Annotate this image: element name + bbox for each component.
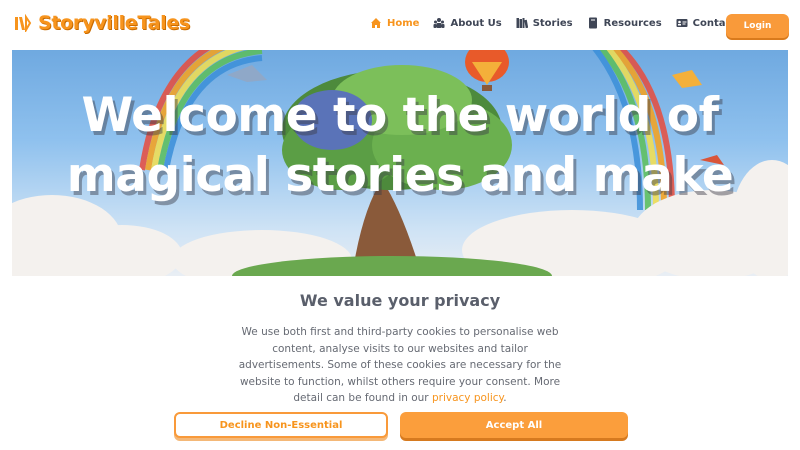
login-button[interactable]: Login bbox=[726, 14, 789, 38]
hero-banner: Welcome to the world of magical stories … bbox=[12, 50, 788, 276]
consent-title: We value your privacy bbox=[299, 291, 501, 310]
accept-all-button[interactable]: Accept All bbox=[400, 412, 628, 438]
consent-body-end: . bbox=[503, 392, 507, 404]
contact-card-icon bbox=[676, 19, 688, 27]
brand-logo[interactable]: StoryvilleTales bbox=[14, 12, 190, 34]
people-icon bbox=[433, 18, 445, 28]
nav-label-about-us: About Us bbox=[450, 17, 502, 29]
consent-body-text: We use both first and third-party cookie… bbox=[238, 326, 562, 404]
cookie-consent-banner: We value your privacy We use both first … bbox=[0, 277, 800, 450]
home-icon bbox=[371, 18, 381, 28]
nav-item-about-us[interactable]: About Us bbox=[433, 17, 502, 29]
hero-title: Welcome to the world of magical stories … bbox=[66, 88, 734, 203]
consent-description: We use both first and third-party cookie… bbox=[232, 324, 568, 407]
nav-label-resources: Resources bbox=[603, 17, 662, 29]
top-navigation-bar: StoryvilleTales Home About Us Stories Re… bbox=[0, 0, 800, 50]
nav-item-home[interactable]: Home bbox=[370, 17, 419, 29]
privacy-policy-link[interactable]: privacy policy bbox=[432, 392, 503, 404]
book-icon bbox=[588, 17, 597, 29]
brand-name: StoryvilleTales bbox=[38, 12, 190, 34]
open-book-logo-icon bbox=[14, 13, 32, 34]
books-icon bbox=[516, 18, 528, 29]
nav-label-stories: Stories bbox=[532, 17, 573, 29]
nav-label-home: Home bbox=[387, 17, 420, 29]
nav-item-stories[interactable]: Stories bbox=[516, 17, 573, 29]
nav-item-resources[interactable]: Resources bbox=[587, 17, 662, 29]
decline-non-essential-button[interactable]: Decline Non-Essential bbox=[174, 412, 388, 438]
main-nav: Home About Us Stories Resources Contact … bbox=[370, 17, 768, 29]
